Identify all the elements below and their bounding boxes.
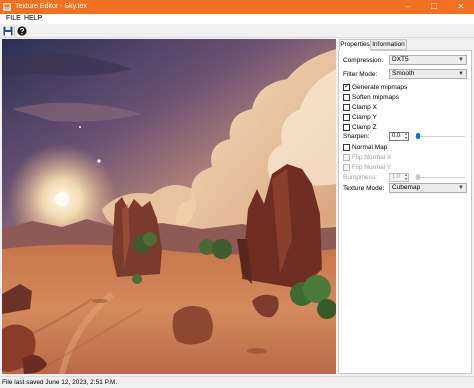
normal-map-checkbox[interactable] bbox=[343, 144, 350, 151]
clamp-z-checkbox[interactable] bbox=[343, 124, 350, 131]
tab-information[interactable]: Information bbox=[370, 39, 407, 50]
filter-mode-value: Smooth bbox=[392, 70, 415, 77]
generate-mipmaps-label: Generate mipmaps bbox=[352, 84, 408, 91]
menu-file[interactable]: FILE bbox=[6, 15, 21, 23]
generate-mipmaps-checkbox[interactable]: ✓ bbox=[343, 83, 350, 91]
texture-mode-value: Cubemap bbox=[392, 184, 421, 191]
status-bar: File last saved June 12, 2023, 2:51 P.M. bbox=[0, 376, 474, 388]
filter-mode-select[interactable]: Smooth ▼ bbox=[389, 69, 467, 79]
toolbar-separator bbox=[14, 26, 15, 36]
chevron-down-icon: ▼ bbox=[458, 57, 464, 63]
save-icon[interactable] bbox=[3, 26, 13, 36]
chevron-down-icon: ▼ bbox=[458, 71, 464, 77]
properties-panel: Properties Information Compression: DXT5… bbox=[338, 39, 472, 374]
sharpen-slider-thumb[interactable] bbox=[416, 133, 420, 139]
filter-mode-label: Filter Mode: bbox=[343, 71, 378, 78]
texture-editor-window: Texture Editor - Sky.tex – ☐ ✕ FILE HELP bbox=[0, 0, 474, 388]
compression-select[interactable]: DXT5 ▼ bbox=[389, 55, 467, 65]
bumpiness-value: 1.0 bbox=[392, 174, 401, 180]
maximize-icon: ☐ bbox=[430, 2, 438, 11]
flip-normal-x-label: Flip Normal X bbox=[352, 154, 392, 161]
menu-bar: FILE HELP bbox=[0, 14, 474, 24]
sharpen-label: Sharpen: bbox=[343, 133, 370, 140]
compression-value: DXT5 bbox=[392, 56, 409, 63]
compression-label: Compression: bbox=[343, 57, 384, 64]
bumpiness-label: Bumpiness: bbox=[343, 174, 377, 181]
soften-mipmaps-label: Soften mipmaps bbox=[352, 94, 399, 101]
properties-tab-body: Compression: DXT5 ▼ Filter Mode: Smooth … bbox=[338, 50, 472, 374]
bumpiness-spinbox[interactable]: 1.0 ▲ ▼ bbox=[389, 173, 409, 182]
flip-normal-x-checkbox[interactable] bbox=[343, 154, 350, 161]
window-title: Texture Editor - Sky.tex bbox=[15, 3, 87, 10]
help-icon[interactable] bbox=[17, 26, 27, 36]
menu-help[interactable]: HELP bbox=[24, 15, 42, 23]
close-button[interactable]: ✕ bbox=[448, 0, 474, 14]
toolbar bbox=[0, 24, 474, 38]
soften-mipmaps-checkbox[interactable] bbox=[343, 94, 350, 101]
close-icon: ✕ bbox=[457, 2, 465, 11]
spin-arrows-icon: ▲ ▼ bbox=[404, 173, 408, 181]
bumpiness-slider-thumb[interactable] bbox=[416, 174, 420, 180]
sharpen-slider-track[interactable] bbox=[415, 136, 465, 137]
clamp-x-checkbox[interactable] bbox=[343, 104, 350, 111]
texture-mode-label: Texture Mode: bbox=[343, 185, 385, 192]
clamp-y-label: Clamp Y bbox=[352, 114, 377, 121]
chevron-down-icon: ▼ bbox=[458, 185, 464, 191]
title-bar[interactable]: Texture Editor - Sky.tex – ☐ ✕ bbox=[0, 0, 474, 14]
clamp-x-label: Clamp X bbox=[352, 104, 377, 111]
bumpiness-slider-track[interactable] bbox=[415, 177, 465, 178]
status-text: File last saved June 12, 2023, 2:51 P.M. bbox=[2, 379, 118, 386]
normal-map-label: Normal Map bbox=[352, 144, 388, 151]
texture-viewport[interactable] bbox=[2, 39, 336, 374]
minimize-button[interactable]: – bbox=[395, 0, 421, 14]
sky-texture-preview bbox=[2, 39, 336, 374]
maximize-button[interactable]: ☐ bbox=[421, 0, 447, 14]
clamp-z-label: Clamp Z bbox=[352, 124, 377, 131]
sharpen-spinbox[interactable]: 0.0 ▲ ▼ bbox=[389, 132, 409, 141]
tab-properties[interactable]: Properties bbox=[339, 39, 371, 51]
flip-normal-y-checkbox[interactable] bbox=[343, 164, 350, 171]
checkmark-icon: ✓ bbox=[344, 83, 350, 90]
minimize-icon: – bbox=[405, 2, 411, 11]
sharpen-value: 0.0 bbox=[392, 133, 401, 139]
app-icon bbox=[3, 3, 11, 11]
flip-normal-y-label: Flip Normal Y bbox=[352, 164, 392, 171]
texture-mode-select[interactable]: Cubemap ▼ bbox=[389, 183, 467, 193]
clamp-y-checkbox[interactable] bbox=[343, 114, 350, 121]
spin-arrows-icon: ▲ ▼ bbox=[404, 132, 408, 140]
